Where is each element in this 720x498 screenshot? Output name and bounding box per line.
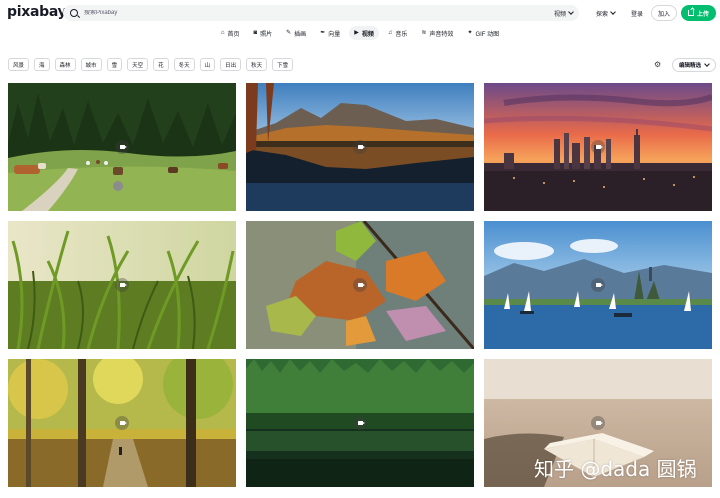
camera-icon: ◙: [253, 30, 258, 36]
media-type-label: 视频: [553, 11, 566, 18]
tag-chip[interactable]: 下雪: [272, 58, 294, 71]
home-icon: ⌂: [220, 30, 225, 36]
video-thumbnail-grass-closeup-sunlight[interactable]: [8, 221, 236, 349]
tag-chip[interactable]: 风景: [8, 58, 30, 71]
search-icon: [70, 9, 78, 17]
video-play-icon: [591, 140, 605, 154]
top-bar: pixabay 视频 探索 登录 加入 上传: [0, 0, 720, 26]
sort-select[interactable]: 编辑精选: [672, 58, 717, 72]
category-vectors[interactable]: ✒ 向量: [315, 26, 345, 40]
category-label: 首页: [227, 31, 240, 38]
video-thumbnail-autumn-forest-path[interactable]: [8, 359, 236, 487]
category-music[interactable]: ♫ 音乐: [383, 26, 413, 40]
video-thumbnail-autumn-leaves-branch[interactable]: [246, 221, 474, 349]
chevron-down-icon: [568, 9, 574, 15]
pen-nib-icon: ✒: [320, 30, 326, 36]
music-icon: ♫: [387, 30, 393, 36]
video-thumbnail-cows-meadow-forest[interactable]: [8, 83, 236, 211]
sort-label: 编辑精选: [679, 63, 702, 69]
video-play-icon: [591, 278, 605, 292]
join-button[interactable]: 加入: [651, 5, 678, 21]
upload-button[interactable]: 上传: [681, 5, 717, 21]
search-bar[interactable]: 视频: [63, 5, 579, 21]
video-thumbnail-lake-sailboats-castle[interactable]: [484, 221, 712, 349]
category-label: 向量: [328, 31, 341, 38]
login-link[interactable]: 登录: [631, 4, 643, 22]
tag-chip[interactable]: 海: [34, 58, 50, 71]
video-play-icon: [353, 140, 367, 154]
chevron-down-icon: [704, 61, 710, 67]
tag-chip[interactable]: 雪: [106, 58, 123, 71]
video-play-icon: [115, 416, 129, 430]
video-thumbnail-city-skyline-sunset[interactable]: [484, 83, 712, 211]
explore-label: 探索: [596, 11, 609, 18]
category-sound-effects[interactable]: ≋ 声音特效: [416, 26, 458, 40]
category-videos[interactable]: ▶ 视频: [349, 26, 379, 40]
category-label: 声音特效: [429, 31, 454, 38]
category-label: 音乐: [395, 31, 408, 38]
tag-chip[interactable]: 花: [153, 58, 169, 71]
explore-menu[interactable]: 探索: [596, 4, 616, 22]
category-bar: ⌂ 首页 ◙ 照片 ✎ 插画 ✒ 向量 ▶ 视频 ♫ 音乐 ≋ 声音特效 ✦ GIF 动图: [0, 26, 720, 42]
search-input[interactable]: [84, 10, 524, 16]
tag-chip[interactable]: 天空: [127, 58, 149, 71]
brush-icon: ✎: [286, 30, 292, 36]
category-label: 照片: [260, 31, 273, 38]
video-play-icon: [115, 278, 129, 292]
category-photos[interactable]: ◙ 照片: [249, 26, 278, 40]
tag-row: 风景 海 森林 城市 雪 天空 花 冬天 山 日出 秋天 下雪: [8, 58, 294, 72]
category-illustrations[interactable]: ✎ 插画: [281, 26, 311, 40]
category-home[interactable]: ⌂ 首页: [216, 26, 245, 40]
upload-icon: [688, 10, 694, 16]
video-play-icon: [591, 416, 605, 430]
pixabay-logo[interactable]: pixabay: [7, 4, 67, 20]
video-play-icon: [353, 278, 367, 292]
video-thumbnail-forest-lake-reflection[interactable]: [246, 359, 474, 487]
category-label: 插画: [294, 31, 307, 38]
video-thumbnail-mountain-lake-reflection[interactable]: [246, 83, 474, 211]
sound-wave-icon: ≋: [421, 30, 427, 36]
video-play-icon: [353, 416, 367, 430]
tag-chip[interactable]: 森林: [54, 58, 76, 71]
video-icon: ▶: [354, 30, 359, 36]
video-play-icon: [115, 140, 129, 154]
category-label: 视频: [361, 31, 374, 38]
tag-chip[interactable]: 冬天: [173, 58, 195, 71]
settings-gear-icon[interactable]: ⚙: [654, 60, 663, 69]
chevron-down-icon: [610, 9, 616, 15]
tag-chip[interactable]: 日出: [220, 58, 242, 71]
category-gifs[interactable]: ✦ GIF 动图: [462, 26, 504, 40]
tag-chip[interactable]: 秋天: [246, 58, 268, 71]
watermark-text: 知乎 @dada 圆锅: [534, 457, 697, 481]
tag-chip[interactable]: 山: [199, 58, 216, 71]
media-type-select[interactable]: 视频: [553, 9, 574, 18]
upload-label: 上传: [697, 11, 710, 18]
gif-icon: ✦: [467, 30, 473, 36]
category-label: GIF 动图: [475, 31, 500, 38]
tag-chip[interactable]: 城市: [80, 58, 102, 71]
